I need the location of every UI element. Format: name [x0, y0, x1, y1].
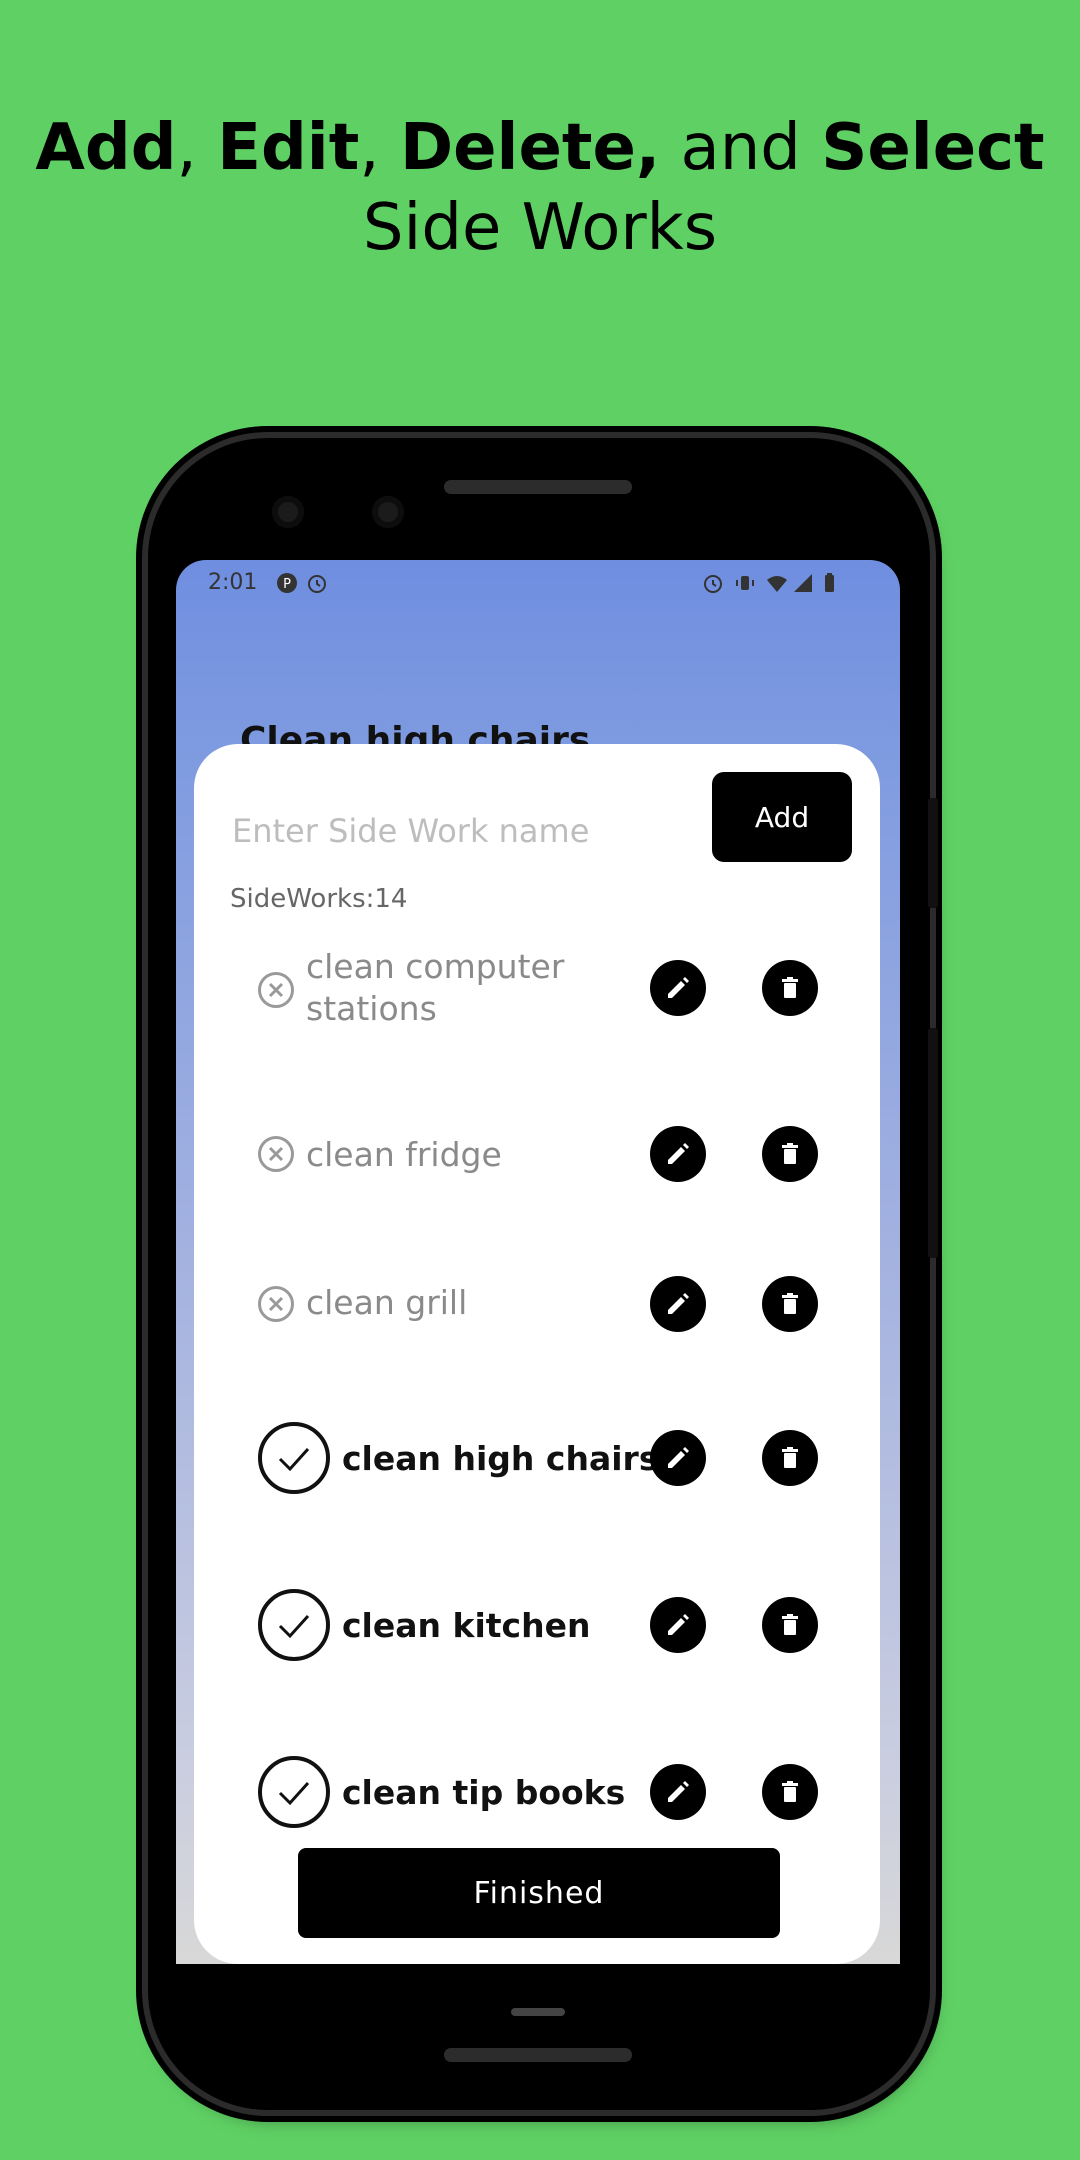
- pencil-icon: [668, 1447, 689, 1468]
- pencil-icon: [668, 1143, 689, 1164]
- app-notification-icon: P: [277, 573, 297, 593]
- sidework-dialog: Add SideWorks:14 clean computer stations: [194, 744, 880, 1964]
- sidework-label: clean high chairs: [342, 1439, 659, 1478]
- headline-edit: Edit: [217, 111, 360, 185]
- sidework-label: clean computer stations: [306, 947, 565, 1028]
- sidework-row: clean high chairs: [194, 1408, 880, 1508]
- pencil-icon: [668, 1293, 689, 1314]
- headline-line-1: Add, Edit, Delete, and Select: [35, 111, 1045, 185]
- signal-icon: [794, 574, 812, 592]
- trash-icon: [782, 1614, 798, 1635]
- promo-headline: Add, Edit, Delete, and Select Side Works: [0, 108, 1080, 268]
- edit-button[interactable]: [650, 1430, 706, 1486]
- finished-button[interactable]: Finished: [298, 1848, 780, 1938]
- edit-button[interactable]: [650, 960, 706, 1016]
- sidework-label: clean tip books: [342, 1773, 626, 1812]
- alarm-icon: [704, 575, 722, 593]
- headline-delete: Delete,: [399, 111, 661, 185]
- trash-icon: [782, 1447, 798, 1468]
- sidework-row: clean kitchen: [194, 1575, 880, 1675]
- svg-text:P: P: [283, 577, 291, 592]
- delete-button[interactable]: [762, 1276, 818, 1332]
- status-bar: 2:01 P: [176, 560, 900, 606]
- power-button: [928, 798, 938, 908]
- sidework-row: clean fridge: [194, 1104, 880, 1204]
- vibrate-icon: [736, 576, 754, 590]
- sensor-icon: [372, 496, 404, 528]
- sidework-count: SideWorks:14: [230, 884, 408, 914]
- edit-button[interactable]: [650, 1126, 706, 1182]
- bottom-speaker: [444, 2048, 632, 2062]
- status-time: 2:01: [208, 570, 258, 595]
- trash-icon: [782, 977, 798, 998]
- headline-add: Add: [35, 111, 177, 185]
- x-circle-icon[interactable]: [258, 972, 294, 1008]
- alarm-icon: [308, 575, 326, 593]
- edit-button[interactable]: [650, 1597, 706, 1653]
- sidework-row: clean tip books: [194, 1742, 880, 1842]
- check-circle-icon[interactable]: [258, 1589, 330, 1661]
- sidework-label: clean kitchen: [342, 1606, 591, 1645]
- sidework-name-input[interactable]: [230, 800, 654, 862]
- pencil-icon: [668, 977, 689, 998]
- delete-button[interactable]: [762, 1597, 818, 1653]
- phone-frame: 2:01 P Clean high chairs Add SideWorks:1…: [148, 438, 938, 2110]
- system-nav-bar: [176, 1964, 900, 2110]
- trash-icon: [782, 1781, 798, 1802]
- edit-button[interactable]: [650, 1276, 706, 1332]
- headline-select: Select: [821, 111, 1045, 185]
- x-circle-icon[interactable]: [258, 1136, 294, 1172]
- delete-button[interactable]: [762, 960, 818, 1016]
- sidework-label: clean grill: [306, 1283, 468, 1322]
- check-circle-icon[interactable]: [258, 1756, 330, 1828]
- delete-button[interactable]: [762, 1764, 818, 1820]
- battery-icon: [825, 573, 834, 592]
- wifi-icon: [767, 576, 787, 592]
- delete-button[interactable]: [762, 1126, 818, 1182]
- sidework-label: clean fridge: [306, 1135, 502, 1174]
- edit-button[interactable]: [650, 1764, 706, 1820]
- earpiece-speaker: [444, 480, 632, 494]
- pencil-icon: [668, 1781, 689, 1802]
- headline-line-2: Side Works: [362, 191, 718, 265]
- trash-icon: [782, 1293, 798, 1314]
- app-screen: 2:01 P Clean high chairs Add SideWorks:1…: [176, 560, 900, 1964]
- front-camera-icon: [272, 496, 304, 528]
- pencil-icon: [668, 1614, 689, 1635]
- add-button[interactable]: Add: [712, 772, 852, 862]
- home-gesture-pill[interactable]: [511, 2008, 565, 2016]
- trash-icon: [782, 1143, 798, 1164]
- volume-button: [928, 1028, 938, 1258]
- check-circle-icon[interactable]: [258, 1422, 330, 1494]
- sidework-row: clean grill: [194, 1252, 880, 1352]
- sidework-row: clean computer stations: [194, 938, 880, 1038]
- delete-button[interactable]: [762, 1430, 818, 1486]
- x-circle-icon[interactable]: [258, 1286, 294, 1322]
